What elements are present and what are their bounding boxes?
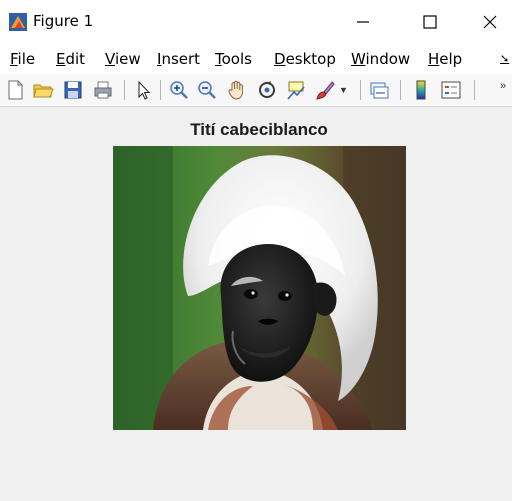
minimize-icon — [357, 21, 369, 23]
zoom-out-icon[interactable] — [196, 79, 218, 101]
brush-icon[interactable] — [314, 79, 336, 101]
rotate-3d-icon[interactable] — [256, 79, 278, 101]
close-button[interactable] — [470, 8, 510, 36]
toolbar-separator — [160, 80, 161, 100]
data-cursor-icon[interactable] — [285, 79, 307, 101]
menu-desktop[interactable]: Desktop — [274, 50, 336, 68]
overflow-icon[interactable]: » — [500, 80, 506, 92]
menu-tools[interactable]: Tools — [215, 50, 252, 68]
zoom-in-icon[interactable] — [168, 79, 190, 101]
tamarin-image — [113, 146, 406, 430]
menu-edit[interactable]: Edit — [56, 50, 85, 68]
maximize-button[interactable] — [410, 8, 450, 36]
legend-icon[interactable] — [440, 79, 462, 101]
open-file-icon[interactable] — [32, 79, 54, 101]
brush-dropdown-icon[interactable]: ▼ — [339, 85, 348, 95]
new-figure-icon[interactable] — [4, 79, 26, 101]
close-icon — [483, 15, 497, 29]
matlab-figure-icon — [9, 13, 27, 31]
menu-insert[interactable]: Insert — [157, 50, 200, 68]
print-icon[interactable] — [92, 79, 114, 101]
figure-toolbar: ▼ » — [0, 74, 512, 107]
window-title: Figure 1 — [33, 12, 94, 30]
save-icon[interactable] — [62, 79, 84, 101]
maximize-icon — [423, 15, 437, 29]
colorbar-icon[interactable] — [410, 79, 432, 101]
menu-view[interactable]: View — [105, 50, 141, 68]
tamarin-photo — [113, 146, 406, 430]
menu-window[interactable]: Window — [351, 50, 410, 68]
toolbar-separator — [124, 80, 125, 100]
link-plot-icon[interactable] — [368, 79, 390, 101]
toolbar-separator — [400, 80, 401, 100]
menu-help[interactable]: Help — [428, 50, 462, 68]
menu-bar: File Edit View Insert Tools Desktop Wind… — [0, 44, 512, 74]
axes-title: Tití cabeciblanco — [190, 120, 328, 139]
menu-overflow-icon[interactable]: ➘ — [500, 52, 509, 65]
menu-file[interactable]: File — [10, 50, 35, 68]
pan-icon[interactable] — [226, 79, 248, 101]
minimize-button[interactable] — [343, 8, 383, 36]
toolbar-separator — [360, 80, 361, 100]
window-titlebar: Figure 1 — [0, 0, 512, 44]
edit-plot-icon[interactable] — [132, 79, 154, 101]
toolbar-separator — [474, 80, 475, 100]
